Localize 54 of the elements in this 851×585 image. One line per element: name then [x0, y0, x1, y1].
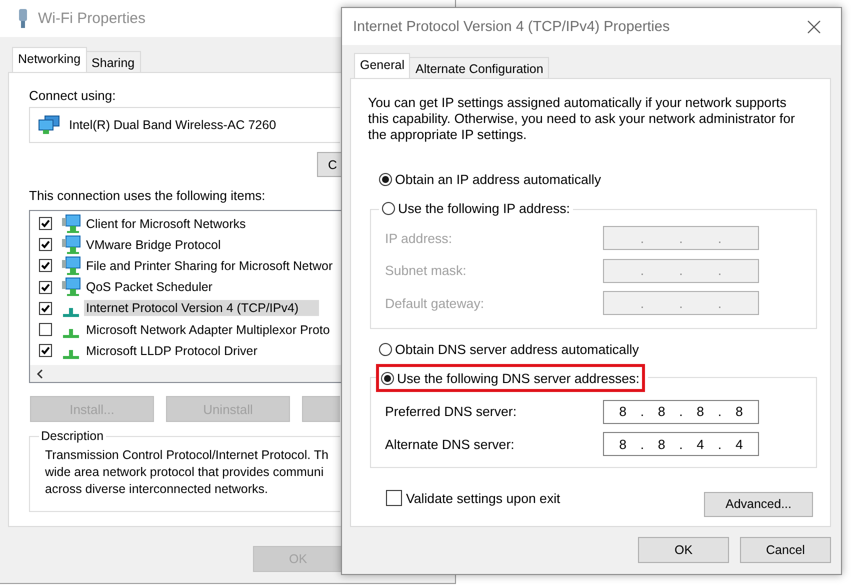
advanced-button[interactable]: Advanced...	[704, 492, 813, 516]
horizontal-scrollbar[interactable]	[30, 365, 341, 382]
adapter-field: Intel(R) Dual Band Wireless-AC 7260	[29, 107, 340, 143]
list-item[interactable]: Microsoft LLDP Protocol Driver	[84, 342, 260, 359]
checkbox[interactable]	[39, 302, 52, 315]
network-icon	[61, 234, 81, 255]
tab[interactable]: Sharing	[86, 51, 141, 72]
checkbox[interactable]	[39, 238, 52, 252]
protocol-icon	[63, 350, 79, 360]
ip-address-field[interactable]: 8 . 8 . 4 . 4	[603, 432, 759, 456]
description-text: Transmission Control Protocol/Internet Protocol. Th wide area network protocol that provides communi across diverse interconnected networks.	[45, 447, 328, 498]
field-label: Subnet mask:	[385, 263, 468, 278]
radio-option[interactable]: Use the following IP address:	[382, 201, 570, 216]
checkbox[interactable]	[39, 323, 52, 336]
items-label: This connection uses the following items:	[29, 188, 266, 203]
radio-option[interactable]: Obtain DNS server address automatically	[379, 342, 639, 356]
field-label: Alternate DNS server:	[385, 436, 516, 452]
tab[interactable]: General	[354, 53, 410, 78]
network-icon	[61, 277, 81, 298]
list-item[interactable]: Microsoft Network Adapter Multiplexor Proto	[84, 322, 332, 338]
ip-address-field[interactable]: 8 . 8 . 8 . 8	[603, 400, 759, 424]
list-item[interactable]: QoS Packet Scheduler	[84, 279, 214, 296]
radio-option[interactable]: Obtain an IP address automatically	[379, 172, 601, 187]
validate-checkbox[interactable]: Validate settings upon exit	[386, 490, 560, 506]
checkbox[interactable]	[39, 259, 52, 272]
list-item[interactable]: File and Printer Sharing for Microsoft Networ	[84, 258, 335, 274]
field-label: Default gateway:	[385, 296, 486, 311]
field-label: IP address:	[385, 230, 454, 246]
configure-button[interactable]: C	[317, 152, 341, 177]
field-label: Preferred DNS server:	[385, 404, 518, 420]
radio-option[interactable]: Use the following DNS server addresses:	[381, 370, 640, 386]
list-item[interactable]: Client for Microsoft Networks	[84, 216, 248, 232]
protocol-icon	[63, 308, 79, 317]
network-icon	[61, 214, 81, 234]
cancel-button[interactable]: Cancel	[740, 537, 831, 563]
ok-button[interactable]: OK	[638, 537, 729, 563]
dongle-icon	[18, 8, 28, 28]
list-item[interactable]: VMware Bridge Protocol	[84, 236, 223, 253]
window-title: Wi-Fi Properties	[38, 10, 146, 27]
intro-text: You can get IP settings assigned automatically if your network supports this capability. Otherwise, you need to ask your network administrator for the appropriate IP settings.	[368, 95, 796, 143]
checkbox[interactable]	[39, 344, 52, 358]
protocol-icon	[63, 329, 79, 338]
connect-using-label: Connect using:	[29, 88, 116, 103]
tab[interactable]: Alternate Configuration	[409, 57, 550, 78]
scroll-left-icon[interactable]	[36, 368, 44, 378]
network-icon	[38, 115, 60, 135]
checkbox[interactable]	[39, 217, 52, 230]
window-title: Internet Protocol Version 4 (TCP/IPv4) Properties	[353, 18, 670, 34]
network-icon	[61, 256, 81, 276]
close-icon[interactable]	[807, 20, 821, 34]
list-item[interactable]: Internet Protocol Version 4 (TCP/IPv4)	[84, 300, 319, 316]
description-title: Description	[40, 429, 105, 443]
checkbox[interactable]	[39, 280, 52, 294]
tab[interactable]: Networking	[12, 47, 87, 72]
